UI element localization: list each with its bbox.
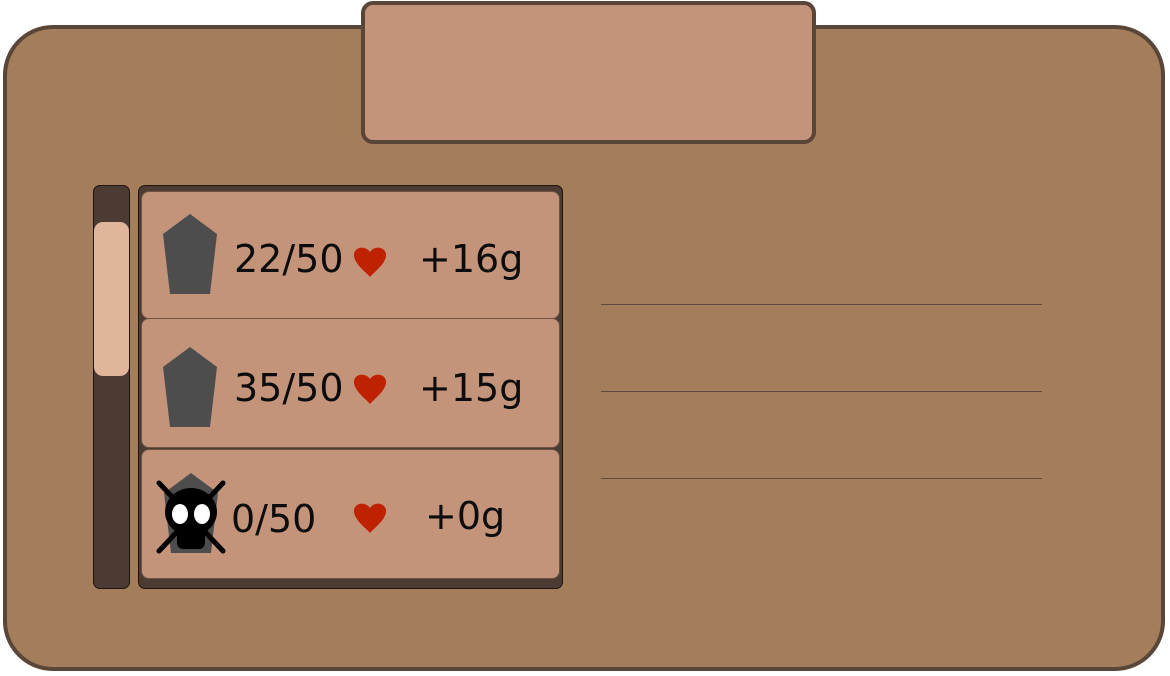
heart-icon: [353, 501, 387, 534]
crossed-skull-icon: [155, 479, 227, 555]
heart-icon: [353, 372, 387, 405]
pentagon-gem-icon: [162, 346, 218, 428]
heart-icon: [353, 245, 387, 278]
health-value: 35/50: [234, 366, 344, 410]
detail-line: [601, 478, 1042, 479]
gold-value: +0g: [425, 494, 506, 538]
health-value: 22/50: [234, 237, 344, 281]
list-scrollbar-thumb[interactable]: [94, 222, 129, 376]
health-value: 0/50: [231, 497, 317, 541]
title-plate: [361, 1, 816, 144]
detail-line: [601, 391, 1042, 392]
pentagon-gem-icon: [162, 213, 218, 295]
gold-value: +15g: [419, 366, 524, 410]
gold-value: +16g: [419, 237, 524, 281]
detail-line: [601, 304, 1042, 305]
